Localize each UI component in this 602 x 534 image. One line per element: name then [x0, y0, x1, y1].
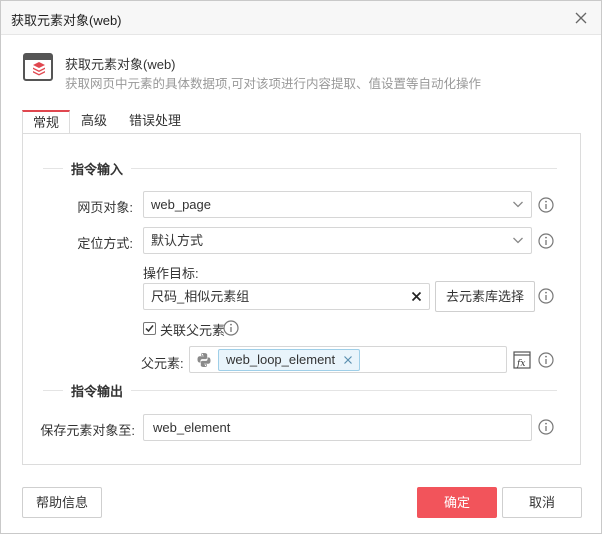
save-to-value: web_element	[153, 420, 231, 435]
section-output: 指令输出	[43, 381, 557, 400]
section-output-title: 指令输出	[71, 384, 124, 399]
dialog: 获取元素对象(web) 获取元素对象(web) 获取网页中元素的具体数据项,可对…	[0, 0, 602, 534]
tab-advanced[interactable]: 高级	[76, 110, 112, 134]
svg-text:fx: fx	[516, 359, 525, 369]
target-field[interactable]: 尺码_相似元素组	[143, 283, 430, 310]
help-button[interactable]: 帮助信息	[22, 487, 102, 518]
check-icon	[145, 325, 154, 333]
target-value: 尺码_相似元素组	[151, 289, 250, 304]
section-input: 指令输入	[43, 159, 557, 178]
parent-tag-label: web_loop_element	[226, 352, 336, 367]
command-icon	[23, 53, 53, 81]
remove-tag-icon[interactable]	[343, 355, 353, 365]
parent-tag: web_loop_element	[218, 349, 361, 371]
fx-icon[interactable]: fx	[513, 351, 531, 369]
chevron-down-icon	[513, 201, 523, 208]
element-library-button[interactable]: 去元素库选择	[435, 281, 535, 312]
title-bar: 获取元素对象(web)	[1, 1, 601, 35]
info-icon[interactable]	[538, 288, 554, 304]
command-name: 获取元素对象(web)	[65, 57, 176, 72]
info-icon[interactable]	[538, 233, 554, 249]
save-to-field[interactable]: web_element	[143, 414, 532, 441]
window-title: 获取元素对象(web)	[11, 13, 122, 28]
locate-mode-select[interactable]: 默认方式	[143, 227, 532, 254]
web-object-label: 网页对象:	[77, 200, 133, 215]
save-to-label: 保存元素对象至:	[40, 423, 135, 438]
cancel-button[interactable]: 取消	[502, 487, 582, 518]
web-object-value: web_page	[151, 197, 211, 212]
tab-error-handling[interactable]: 错误处理	[125, 110, 185, 134]
locate-mode-label: 定位方式:	[77, 236, 133, 251]
clear-icon[interactable]	[410, 290, 423, 303]
locate-mode-value: 默认方式	[151, 233, 204, 248]
close-icon[interactable]	[571, 8, 591, 28]
info-icon[interactable]	[223, 320, 239, 336]
section-input-title: 指令输入	[71, 162, 124, 177]
link-parent-label: 关联父元素	[160, 323, 226, 338]
tab-general[interactable]: 常规	[22, 110, 70, 134]
ok-button[interactable]: 确定	[417, 487, 497, 518]
parent-field[interactable]: web_loop_element	[189, 346, 507, 373]
link-parent-checkbox[interactable]	[143, 322, 156, 335]
info-icon[interactable]	[538, 197, 554, 213]
parent-label: 父元素:	[141, 356, 184, 371]
target-label: 操作目标:	[143, 266, 199, 281]
chevron-down-icon	[513, 237, 523, 244]
command-description: 获取网页中元素的具体数据项,可对该项进行内容提取、值设置等自动化操作	[65, 77, 481, 91]
info-icon[interactable]	[538, 352, 554, 368]
web-object-select[interactable]: web_page	[143, 191, 532, 218]
info-icon[interactable]	[538, 419, 554, 435]
python-icon	[197, 353, 211, 367]
